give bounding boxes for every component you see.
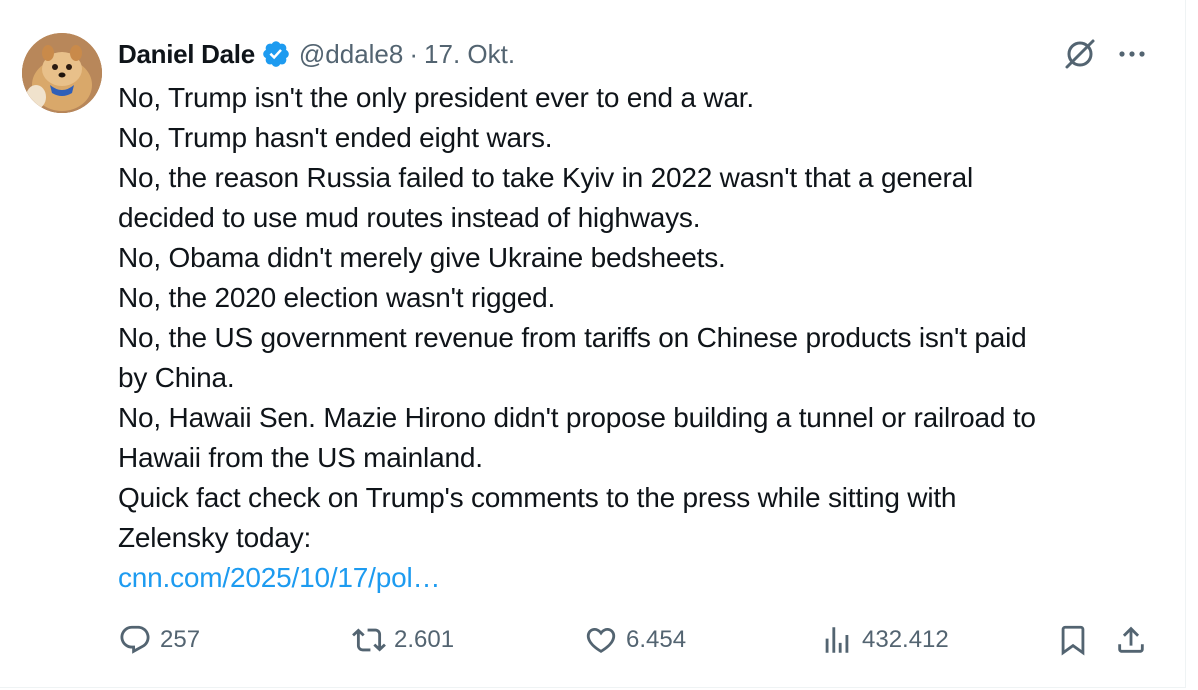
more-icon[interactable] xyxy=(1116,44,1148,64)
repost-button[interactable]: 2.601 xyxy=(352,620,454,660)
tweet-line: No, the reason Russia failed to take Kyi… xyxy=(118,162,973,193)
share-button[interactable] xyxy=(1114,620,1148,660)
repost-icon xyxy=(352,628,386,652)
author-name[interactable]: Daniel Dale xyxy=(118,39,255,70)
verified-badge-icon[interactable] xyxy=(261,39,291,69)
reply-count: 257 xyxy=(160,626,201,653)
views-button[interactable]: 432.412 xyxy=(820,620,949,660)
tweet-actions: 257 2.601 6.454 432.412 xyxy=(0,620,1186,660)
tweet-line: No, Trump isn't the only president ever … xyxy=(118,82,754,113)
share-icon xyxy=(1118,626,1144,653)
tweet-line: No, Obama didn't merely give Ukraine bed… xyxy=(118,242,726,273)
header-separator: · xyxy=(409,38,419,69)
heart-icon xyxy=(586,627,616,653)
author-handle[interactable]: @ddale8 xyxy=(299,39,403,70)
views-count: 432.412 xyxy=(862,626,949,653)
like-button[interactable]: 6.454 xyxy=(584,620,686,660)
grok-icon[interactable] xyxy=(1062,36,1098,72)
tweet-date[interactable]: 17. Okt. xyxy=(424,39,515,70)
tweet-link[interactable]: cnn.com/2025/10/17/pol… xyxy=(118,558,1168,598)
tweet-header: Daniel Dale @ddale8 · 17. Okt. xyxy=(118,34,515,74)
tweet-line: Hawaii from the US mainland. xyxy=(118,442,483,473)
tweet-line: Zelensky today: xyxy=(118,522,312,553)
tweet-line: No, the 2020 election wasn't rigged. xyxy=(118,282,556,313)
bookmark-button[interactable] xyxy=(1056,620,1090,660)
tweet-line: No, Trump hasn't ended eight wars. xyxy=(118,122,553,153)
bookmark-icon xyxy=(1061,625,1085,656)
tweet-line: decided to use mud routes instead of hig… xyxy=(118,202,701,233)
tweet-card: Daniel Dale @ddale8 · 17. Okt. No, Trump… xyxy=(0,0,1186,688)
tweet-line: No, Hawaii Sen. Mazie Hirono didn't prop… xyxy=(118,402,1036,433)
tweet-text: No, Trump isn't the only president ever … xyxy=(118,78,1168,598)
pomeranian-avatar-image xyxy=(22,33,102,113)
views-icon xyxy=(825,627,849,653)
repost-count: 2.601 xyxy=(394,626,455,653)
like-count: 6.454 xyxy=(626,626,687,653)
avatar[interactable] xyxy=(22,33,102,113)
tweet-line: by China. xyxy=(118,362,235,393)
reply-button[interactable]: 257 xyxy=(118,620,200,660)
tweet-line: No, the US government revenue from tarif… xyxy=(118,322,1027,353)
tweet-line: Quick fact check on Trump's comments to … xyxy=(118,482,957,513)
reply-icon xyxy=(120,625,150,654)
